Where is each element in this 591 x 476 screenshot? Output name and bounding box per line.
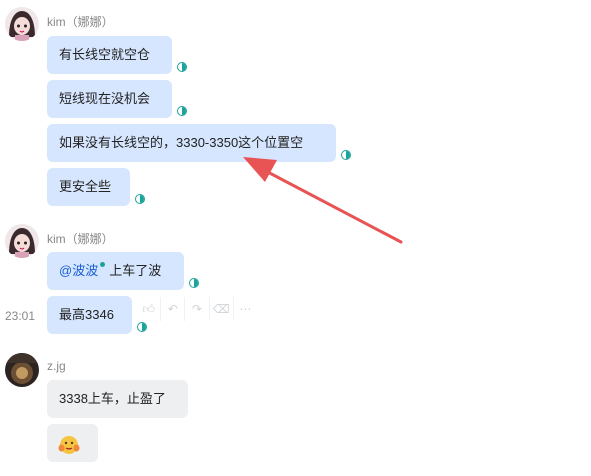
more-icon[interactable]: ⋯: [234, 297, 257, 321]
delete-icon[interactable]: ⌫: [210, 297, 234, 321]
message-text: 上车了波: [109, 263, 162, 278]
message-text: 3338上车，止盈了: [59, 391, 166, 406]
avatar-kim[interactable]: [5, 224, 39, 258]
mention-link[interactable]: @波波: [59, 263, 98, 278]
forward-icon[interactable]: ↷: [185, 297, 210, 321]
message-hover-toolbar: 👍︎ ↶ ↷ ⌫ ⋯: [137, 296, 257, 322]
reply-icon[interactable]: ↶: [161, 297, 186, 321]
read-status-icon[interactable]: [189, 278, 199, 288]
face-hands-emoji: [58, 436, 80, 454]
sender-name: z.jg: [47, 359, 66, 373]
message-text: 最高3346: [59, 307, 114, 322]
message-time: 23:01: [5, 309, 36, 323]
message-bubble[interactable]: @波波 上车了波: [47, 252, 184, 290]
sender-name: kim（娜娜）: [47, 232, 114, 246]
message-bubble[interactable]: 最高3346: [47, 296, 132, 334]
read-status-icon[interactable]: [137, 322, 147, 332]
like-icon[interactable]: 👍︎: [137, 297, 162, 321]
message-bubble[interactable]: 3338上车，止盈了: [47, 380, 188, 418]
online-dot-icon: [100, 262, 106, 267]
avatar-zjg[interactable]: [5, 353, 39, 387]
